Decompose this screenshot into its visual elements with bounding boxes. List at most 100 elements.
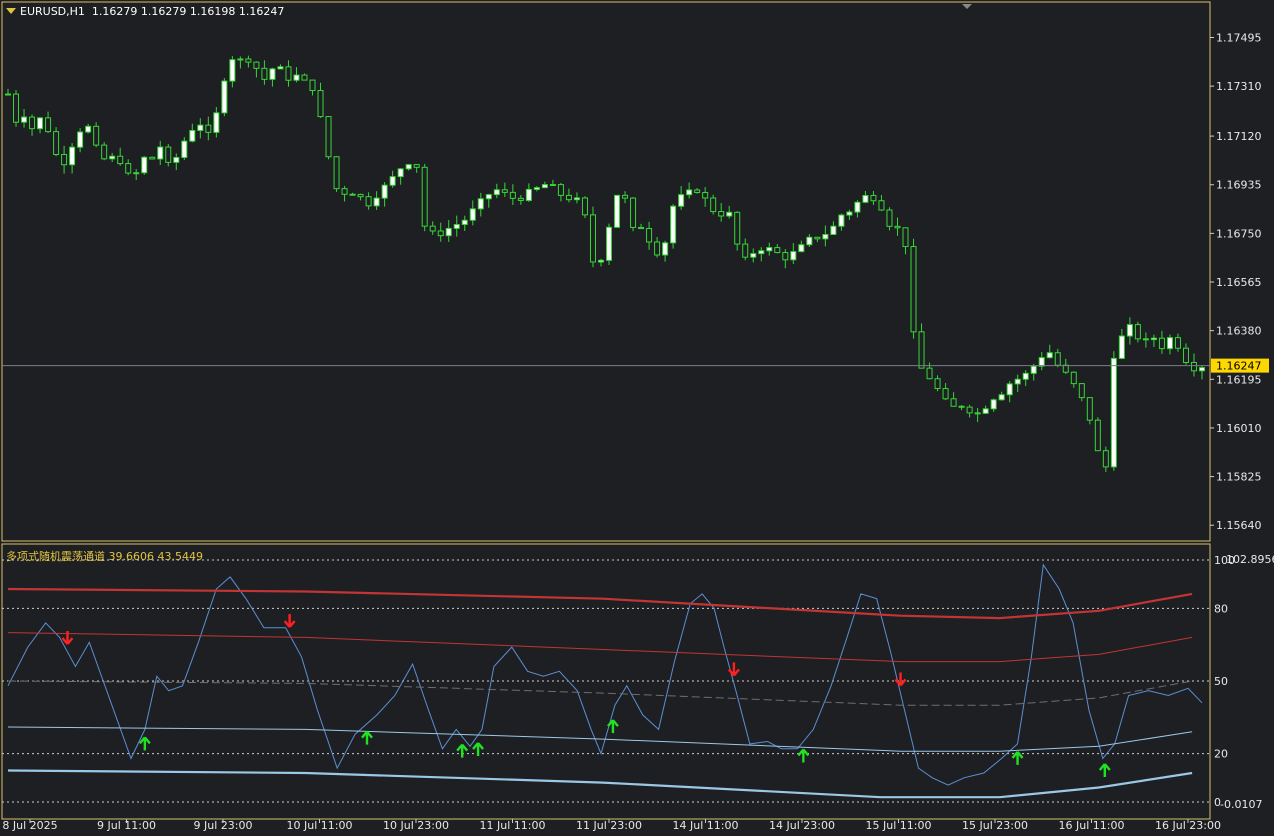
time-tick-label: 8 Jul 2025 [2,819,57,832]
candle-body [325,116,332,158]
candle-body [365,196,372,207]
time-tick-label: 14 Jul 23:00 [769,819,835,832]
candle-body [101,144,108,160]
time-tick-label: 10 Jul 23:00 [383,819,449,832]
candle-body [870,194,877,202]
candle-body [205,124,212,133]
candle-body [293,74,300,81]
candle-body [485,194,492,200]
candle-body [541,184,548,189]
candle-body [85,125,92,133]
candle-body [806,236,813,246]
up-arrow-icon [1098,763,1111,778]
candle-body [437,230,444,237]
price-tick-label: 1.16380 [1216,325,1262,338]
candle-body [157,146,164,160]
candle-body [213,112,220,133]
candle-body [918,331,925,369]
candle-body [1142,338,1149,341]
price-tick-label: 1.17120 [1216,130,1262,143]
candle-body [221,80,228,114]
candle-body [493,189,500,196]
candle-body [149,156,156,160]
up-arrow-icon [456,743,469,758]
candle-body [413,164,420,168]
candle-body [373,197,380,207]
candle-body [934,378,941,390]
price-tick-label: 1.15640 [1216,519,1262,532]
candle-body [253,61,260,69]
candle-body [189,129,196,142]
candle-body [1078,383,1085,399]
candle-body [1030,365,1037,374]
price-tick-label: 1.17495 [1216,31,1262,44]
candle-body [549,184,556,187]
middle-line [7,680,1193,706]
candle-body [469,208,476,221]
candle-body [710,197,717,213]
candle-body [517,197,524,201]
candle-body [766,247,773,252]
candle-body [662,242,669,256]
candle-body [109,155,116,160]
candle-body [1038,357,1045,367]
candle-body [1134,324,1141,340]
lower-line [7,769,1193,799]
candle-body [1006,383,1013,396]
candle-body [397,168,404,178]
candle-body [53,131,60,155]
candle-body [357,193,364,198]
shift-marker-icon [962,4,972,9]
candle-body [782,252,789,261]
time-tick-label: 15 Jul 11:00 [866,819,932,832]
lower_inner-line [7,726,1193,752]
candle-body [429,225,436,232]
level-label: 50 [1214,675,1228,688]
candle-body [1174,337,1181,349]
candle-body [750,253,757,258]
candle-body [309,79,316,92]
candle-body [525,188,532,201]
candle-body [990,399,997,410]
candle-body [862,194,869,203]
candle-body [21,116,28,123]
candle-body [29,116,36,130]
up-arrow-icon [1011,751,1024,765]
time-tick-label: 16 Jul 11:00 [1059,819,1125,832]
candle-body [61,153,68,166]
candle-body [349,193,356,196]
level-label: 20 [1214,748,1228,761]
chart-canvas[interactable]: 1.17495 1.17310 1.17120 1.16935 1.16750 1.165… [0,0,1274,836]
candle-body [798,244,805,253]
upper_inner-line [7,632,1193,663]
candle-body [245,58,252,63]
candle-body [1022,372,1029,380]
candle-body [926,367,933,380]
candle-body [606,226,613,261]
candle-body [261,67,268,80]
up-arrow-icon [797,748,810,763]
candle-body [742,243,749,258]
candle-body [69,146,76,166]
candle-body [654,241,661,256]
candle-body [1182,347,1189,363]
candles [5,55,1205,472]
candle-body [846,211,853,216]
candle-body [597,259,604,263]
candle-body [125,163,132,174]
candle-body [910,246,917,333]
indicator-min-label: -0.0107 [1220,798,1262,811]
candle-body [758,250,765,255]
time-tick-label: 10 Jul 11:00 [287,819,353,832]
time-tick-label: 11 Jul 23:00 [576,819,642,832]
upper-line [7,587,1193,620]
price-tick-label: 1.16195 [1216,373,1262,386]
candle-body [886,209,893,227]
candle-body [589,214,596,263]
candle-body [1102,450,1109,468]
candle-body [694,189,701,194]
candle-body [453,223,460,229]
price-tick-label: 1.16750 [1216,227,1262,240]
candle-body [317,90,324,118]
time-tick-label: 16 Jul 23:00 [1155,819,1221,832]
